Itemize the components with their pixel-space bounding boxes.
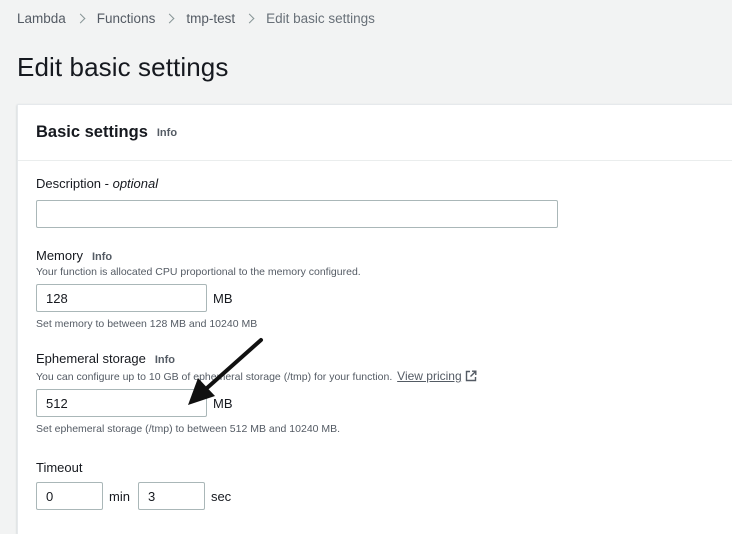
- breadcrumb-lambda[interactable]: Lambda: [17, 11, 66, 26]
- panel-header: Basic settings Info: [18, 105, 732, 161]
- timeout-seconds-input[interactable]: [137, 482, 205, 510]
- chevron-right-icon: [244, 13, 255, 24]
- timeout-seconds-unit: sec: [210, 488, 232, 504]
- page-title: Edit basic settings: [17, 52, 229, 82]
- ephemeral-storage-info-link[interactable]: Info: [155, 354, 175, 366]
- ephemeral-storage-input[interactable]: [36, 389, 207, 417]
- view-pricing-link[interactable]: View pricing: [397, 369, 461, 383]
- breadcrumb-functions[interactable]: Functions: [97, 11, 156, 26]
- chevron-right-icon: [164, 13, 175, 24]
- chevron-right-icon: [75, 13, 86, 24]
- description-input[interactable]: [36, 200, 558, 228]
- timeout-minutes-unit: min: [109, 488, 130, 504]
- memory-description: Your function is allocated CPU proportio…: [36, 266, 361, 278]
- breadcrumb-function-name[interactable]: tmp-test: [186, 11, 235, 26]
- external-link-icon[interactable]: [465, 370, 477, 382]
- optional-label: optional: [112, 176, 159, 191]
- memory-field: Memory Info Your function is allocated C…: [36, 248, 361, 330]
- ephemeral-storage-description: You can configure up to 10 GB of ephemer…: [36, 369, 477, 383]
- memory-info-link[interactable]: Info: [92, 251, 112, 263]
- breadcrumb-current: Edit basic settings: [266, 11, 375, 26]
- ephemeral-storage-constraint: Set ephemeral storage (/tmp) to between …: [36, 423, 341, 435]
- breadcrumb: Lambda Functions tmp-test Edit basic set…: [17, 11, 375, 26]
- ephemeral-storage-label: Ephemeral storage: [36, 351, 146, 366]
- memory-input[interactable]: [36, 284, 207, 312]
- memory-unit: MB: [213, 290, 233, 306]
- panel-title: Basic settings: [36, 123, 148, 141]
- description-field: Description - optional: [36, 176, 558, 228]
- description-label: Description - optional: [36, 176, 159, 191]
- ephemeral-storage-field: Ephemeral storage Info You can configure…: [36, 351, 477, 435]
- timeout-field: Timeout min sec: [36, 460, 231, 510]
- panel-info-link[interactable]: Info: [157, 127, 177, 139]
- timeout-label: Timeout: [36, 460, 83, 475]
- ephemeral-storage-unit: MB: [213, 395, 233, 411]
- memory-constraint: Set memory to between 128 MB and 10240 M…: [36, 318, 258, 330]
- memory-label: Memory: [36, 248, 83, 263]
- timeout-minutes-input[interactable]: [36, 482, 103, 510]
- basic-settings-panel: Basic settings Info Description - option…: [17, 104, 732, 534]
